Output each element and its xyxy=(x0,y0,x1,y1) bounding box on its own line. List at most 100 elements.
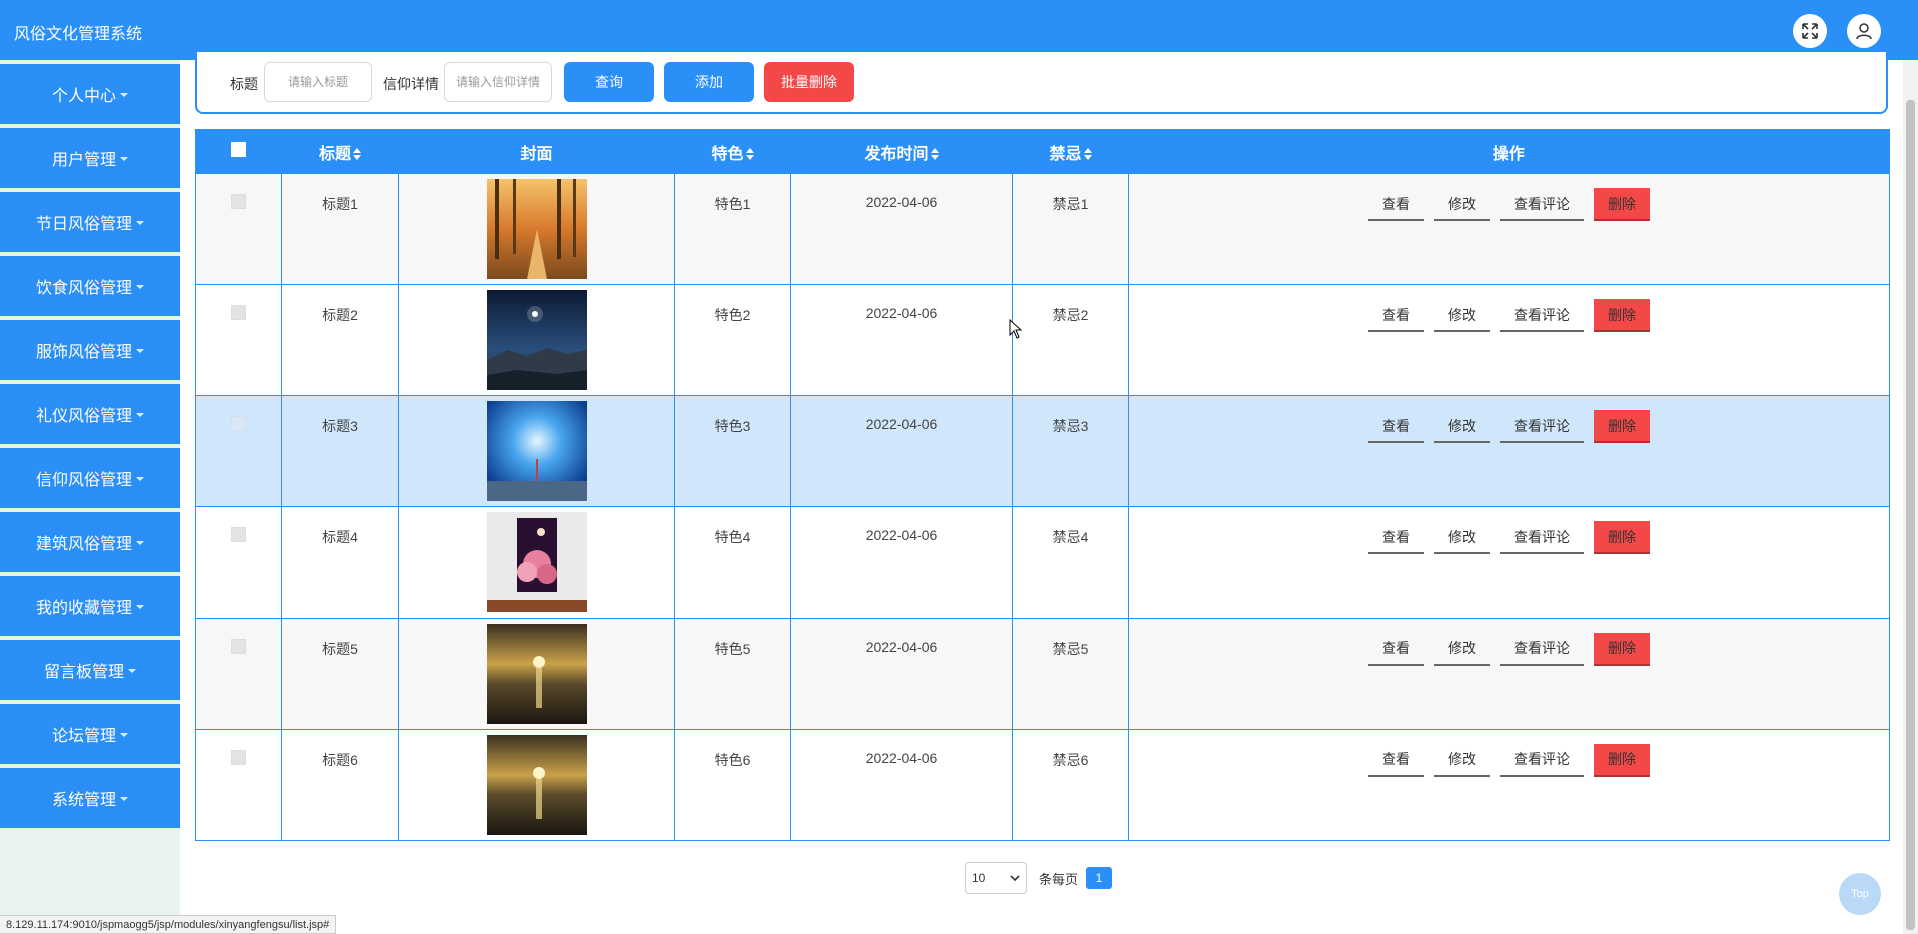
sidebar-item-guestbook[interactable]: 留言板管理 xyxy=(0,640,180,700)
cover-cell xyxy=(398,728,675,842)
caret-down-icon xyxy=(120,797,128,801)
data-table: 标题 封面 特色 发布时间 禁忌 操作 标题1 特色1 2022-04-06 禁… xyxy=(195,129,1890,842)
sort-icon[interactable] xyxy=(930,147,939,160)
fullscreen-button[interactable] xyxy=(1793,14,1827,48)
view-comments-button[interactable]: 查看评论 xyxy=(1500,633,1584,666)
top-bar: 风俗文化管理系统 xyxy=(0,0,1918,60)
caret-down-icon xyxy=(136,605,144,609)
edit-button[interactable]: 修改 xyxy=(1434,188,1490,221)
column-ops: 操作 xyxy=(1128,129,1890,174)
cover-cell xyxy=(398,172,675,286)
row-checkbox-cell[interactable] xyxy=(195,506,282,619)
ops-cell: 查看 修改 查看评论 删除 xyxy=(1128,617,1890,730)
cover-cell xyxy=(398,284,675,397)
view-button[interactable]: 查看 xyxy=(1368,633,1424,666)
delete-button[interactable]: 删除 xyxy=(1594,410,1650,444)
page-size-select[interactable]: 10 xyxy=(965,862,1027,894)
table-row: 标题4 特色4 2022-04-06 禁忌4 查看 修改 查看评论 删除 xyxy=(195,506,1890,619)
sidebar-item-personal-center[interactable]: 个人中心 xyxy=(0,64,180,124)
chevron-down-icon xyxy=(1010,875,1020,882)
view-comments-button[interactable]: 查看评论 xyxy=(1500,521,1584,555)
row-checkbox-cell[interactable] xyxy=(195,728,282,842)
row-checkbox[interactable] xyxy=(231,416,246,432)
taboo-cell: 禁忌6 xyxy=(1012,728,1129,842)
view-comments-button[interactable]: 查看评论 xyxy=(1500,744,1584,777)
sort-icon[interactable] xyxy=(745,147,754,160)
cover-image-sunset-beach[interactable] xyxy=(486,734,587,835)
sidebar-item-belief[interactable]: 信仰风俗管理 xyxy=(0,448,180,508)
caret-down-icon xyxy=(136,221,144,225)
column-feature[interactable]: 特色 xyxy=(674,129,791,174)
delete-button[interactable]: 删除 xyxy=(1594,521,1650,555)
page-scrollbar[interactable] xyxy=(1903,60,1918,934)
expand-icon xyxy=(1802,23,1818,39)
row-checkbox[interactable] xyxy=(231,749,246,765)
delete-button[interactable]: 删除 xyxy=(1594,188,1650,221)
delete-button[interactable]: 删除 xyxy=(1594,743,1650,777)
scrollbar-thumb[interactable] xyxy=(1906,100,1915,930)
cover-cell xyxy=(398,617,675,730)
sort-icon[interactable] xyxy=(353,147,361,160)
add-button[interactable]: 添加 xyxy=(664,62,754,102)
title-cell: 标题4 xyxy=(281,506,399,619)
caret-down-icon xyxy=(136,413,144,417)
taboo-cell: 禁忌1 xyxy=(1012,172,1129,286)
edit-button[interactable]: 修改 xyxy=(1434,299,1490,333)
sidebar-item-costume[interactable]: 服饰风俗管理 xyxy=(0,320,180,380)
cover-image-night-sky[interactable] xyxy=(486,290,587,391)
cover-image-pink-cloud-poster[interactable] xyxy=(486,512,587,613)
sidebar-item-diet[interactable]: 饮食风俗管理 xyxy=(0,256,180,316)
table-row: 标题2 特色2 2022-04-06 禁忌2 查看 修改 查看评论 删除 xyxy=(195,284,1890,397)
query-button[interactable]: 查询 xyxy=(564,62,654,102)
cover-image-blue-glow[interactable] xyxy=(486,401,587,502)
batch-delete-button[interactable]: 批量删除 xyxy=(764,62,854,102)
row-checkbox-cell[interactable] xyxy=(195,395,282,508)
delete-button[interactable]: 删除 xyxy=(1594,299,1650,333)
edit-button[interactable]: 修改 xyxy=(1434,521,1490,555)
row-checkbox[interactable] xyxy=(231,194,246,209)
user-avatar-button[interactable] xyxy=(1847,14,1881,48)
column-time[interactable]: 发布时间 xyxy=(790,129,1013,174)
view-button[interactable]: 查看 xyxy=(1368,188,1424,221)
sort-icon[interactable] xyxy=(1083,147,1092,160)
sidebar-item-favorites[interactable]: 我的收藏管理 xyxy=(0,576,180,636)
edit-button[interactable]: 修改 xyxy=(1434,744,1490,777)
sidebar-item-system[interactable]: 系统管理 xyxy=(0,768,180,828)
belief-search-input[interactable] xyxy=(444,62,552,102)
view-button[interactable]: 查看 xyxy=(1368,521,1424,555)
view-button[interactable]: 查看 xyxy=(1368,744,1424,777)
row-checkbox[interactable] xyxy=(231,305,246,321)
row-checkbox-cell[interactable] xyxy=(195,617,282,730)
sidebar-item-etiquette[interactable]: 礼仪风俗管理 xyxy=(0,384,180,444)
title-search-input[interactable] xyxy=(264,62,372,102)
view-button[interactable]: 查看 xyxy=(1368,299,1424,333)
ops-cell: 查看 修改 查看评论 删除 xyxy=(1128,284,1890,397)
page-button-current[interactable]: 1 xyxy=(1086,867,1113,889)
row-checkbox-cell[interactable] xyxy=(195,172,282,286)
column-taboo[interactable]: 禁忌 xyxy=(1012,129,1129,174)
select-all-checkbox[interactable] xyxy=(231,141,247,157)
time-cell: 2022-04-06 xyxy=(790,617,1013,730)
view-button[interactable]: 查看 xyxy=(1368,410,1424,444)
view-comments-button[interactable]: 查看评论 xyxy=(1500,299,1584,333)
sidebar-item-users[interactable]: 用户管理 xyxy=(0,128,180,188)
view-comments-button[interactable]: 查看评论 xyxy=(1500,410,1584,444)
cover-image-sunset-beach[interactable] xyxy=(486,623,587,724)
row-checkbox[interactable] xyxy=(231,638,246,654)
sidebar-item-festival[interactable]: 节日风俗管理 xyxy=(0,192,180,252)
sidebar-item-forum[interactable]: 论坛管理 xyxy=(0,704,180,764)
edit-button[interactable]: 修改 xyxy=(1434,410,1490,444)
column-title[interactable]: 标题 xyxy=(281,129,399,174)
mouse-cursor-icon xyxy=(1009,319,1023,339)
table-row: 标题6 特色6 2022-04-06 禁忌6 查看 修改 查看评论 删除 xyxy=(195,728,1890,842)
delete-button[interactable]: 删除 xyxy=(1594,632,1650,666)
edit-button[interactable]: 修改 xyxy=(1434,633,1490,666)
row-checkbox[interactable] xyxy=(231,527,246,543)
sidebar-item-architecture[interactable]: 建筑风俗管理 xyxy=(0,512,180,572)
cover-image-autumn-forest[interactable] xyxy=(486,179,587,279)
view-comments-button[interactable]: 查看评论 xyxy=(1500,188,1584,221)
back-to-top-button[interactable]: Top xyxy=(1839,873,1881,915)
taboo-cell: 禁忌4 xyxy=(1012,506,1129,619)
row-checkbox-cell[interactable] xyxy=(195,284,282,397)
select-all-header[interactable] xyxy=(195,129,282,174)
